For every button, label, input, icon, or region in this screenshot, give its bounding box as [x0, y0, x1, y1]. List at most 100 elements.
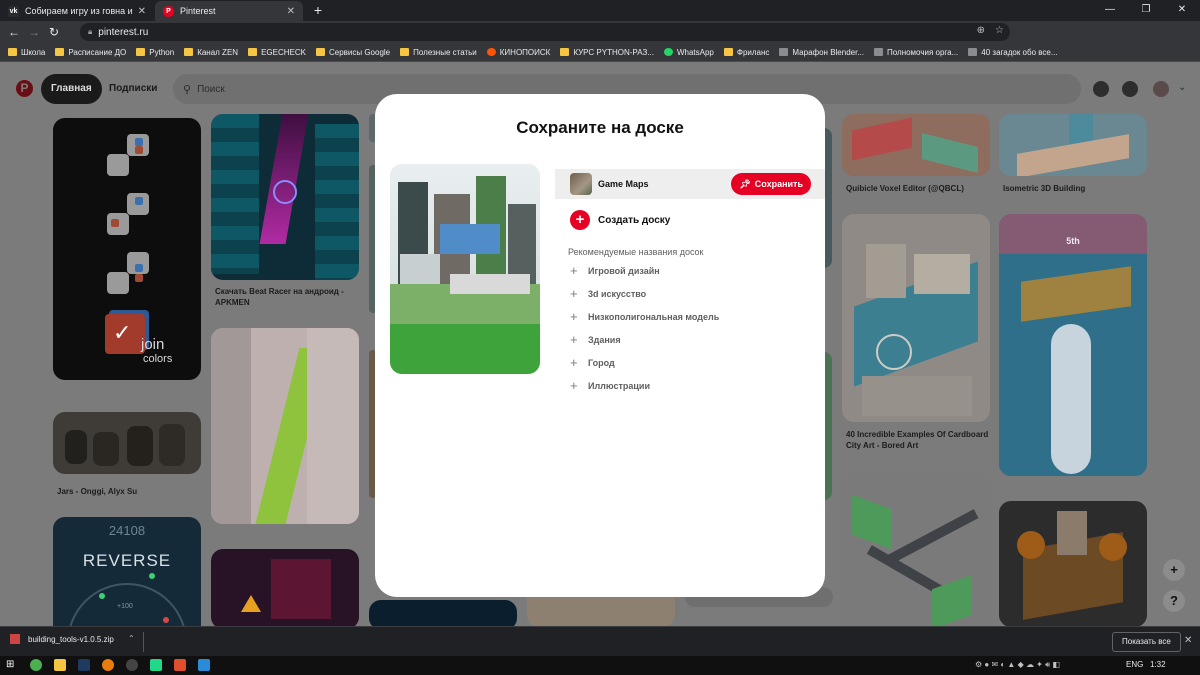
- save-to-board-modal: Сохраните на доске Game Maps 📌︎ Сохранит…: [375, 94, 825, 597]
- pin-qubicle[interactable]: [842, 114, 990, 176]
- folder-icon: [723, 48, 733, 56]
- search-placeholder: Поиск: [197, 83, 225, 95]
- pin-isometric[interactable]: [999, 114, 1147, 176]
- bookmark-item[interactable]: Расписание ДО: [55, 48, 126, 57]
- save-button[interactable]: 📌︎ Сохранить: [731, 173, 811, 195]
- close-download-bar-icon[interactable]: ✕: [1184, 635, 1192, 646]
- sublime-icon[interactable]: [174, 659, 186, 671]
- close-tab-icon[interactable]: ✕: [287, 6, 295, 17]
- tray-icons[interactable]: ⚙ ● ✉ ◐ ▲ ◆ ☁ ✦ 🔊︎ ◧: [975, 660, 1060, 670]
- pin-runner[interactable]: [211, 328, 359, 524]
- folder-icon: [8, 48, 17, 56]
- bookmark-item[interactable]: Python: [136, 48, 174, 57]
- plus-icon: +: [570, 355, 578, 370]
- install-icon[interactable]: ⊕: [977, 25, 985, 36]
- nav-following[interactable]: Подписки: [109, 74, 157, 104]
- chevron-up-icon[interactable]: ⌃: [128, 634, 135, 643]
- suggestion-item[interactable]: + Иллюстрации: [570, 378, 650, 393]
- pin-reverse[interactable]: 24108 REVERSE +100: [53, 517, 201, 626]
- bookmark-label: Полномочия орга...: [887, 47, 959, 57]
- close-window-icon[interactable]: ✕: [1164, 0, 1200, 21]
- pin-dark-blue[interactable]: [369, 600, 517, 626]
- bookmark-item[interactable]: Школа: [8, 48, 45, 57]
- download-filename: building_tools-v1.0.5.zip: [28, 634, 114, 644]
- bookmark-item[interactable]: EGECHECK: [248, 48, 306, 57]
- chevron-down-icon[interactable]: ⌄: [1178, 82, 1186, 93]
- pin-racing[interactable]: 5th: [999, 214, 1147, 476]
- bookmark-label: Фриланс: [736, 47, 770, 57]
- new-tab-button[interactable]: +: [309, 2, 327, 20]
- app-icon[interactable]: [198, 659, 210, 671]
- pin-partial[interactable]: [824, 352, 832, 500]
- bookmark-item[interactable]: Канал ZEN: [184, 48, 238, 57]
- create-board-button[interactable]: + Создать доску: [570, 210, 670, 230]
- suggestion-item[interactable]: +3d искусство: [570, 286, 646, 301]
- pin-jars[interactable]: [53, 412, 201, 474]
- avatar[interactable]: [1153, 81, 1169, 97]
- pin-beat-racer[interactable]: [211, 114, 359, 280]
- pin-icon: 📌︎: [739, 178, 751, 189]
- blender-icon[interactable]: [102, 659, 114, 671]
- bookmark-label: КИНОПОИСК: [499, 47, 551, 57]
- chrome-icon[interactable]: [30, 659, 42, 671]
- minimize-icon[interactable]: —: [1092, 0, 1128, 21]
- add-pin-button[interactable]: +: [1163, 559, 1185, 581]
- bookmark-item[interactable]: WhatsApp: [663, 48, 714, 57]
- plus-icon: +: [570, 210, 590, 230]
- bookmark-label: 40 загадок обо все...: [981, 47, 1058, 57]
- forward-icon[interactable]: →: [24, 25, 44, 39]
- page-icon: [968, 48, 978, 56]
- nav-home[interactable]: Главная: [41, 74, 102, 104]
- back-icon[interactable]: ←: [4, 25, 24, 39]
- unreal-icon[interactable]: [126, 659, 138, 671]
- board-option-game-maps[interactable]: Game Maps 📌︎ Сохранить: [555, 169, 825, 199]
- suggestion-item[interactable]: + Город: [570, 355, 615, 370]
- plus-icon: +: [570, 332, 578, 347]
- bookmark-item[interactable]: Полномочия орга...: [874, 48, 958, 57]
- pin-road-city[interactable]: [842, 472, 990, 626]
- explorer-icon[interactable]: [54, 659, 66, 671]
- pin-join-colors[interactable]: ✓ join colors: [53, 118, 201, 380]
- clock[interactable]: 1:32: [1150, 660, 1166, 669]
- language-indicator[interactable]: ENG: [1126, 660, 1143, 669]
- url-text: pinterest.ru: [98, 26, 149, 38]
- tab-vk[interactable]: vk Собираем игру из говна и палок ✕: [0, 1, 154, 21]
- star-icon[interactable]: ☆: [995, 25, 1004, 36]
- whatsapp-icon: [663, 48, 673, 56]
- pin-partial[interactable]: [824, 128, 832, 268]
- suggestion-item[interactable]: + Игровой дизайн: [570, 263, 660, 278]
- folder-icon: [55, 48, 65, 56]
- bookmark-item[interactable]: Фриланс: [723, 47, 770, 57]
- puzzle-shape: [107, 252, 149, 294]
- create-board-label: Создать доску: [598, 214, 671, 226]
- pin-rage-game[interactable]: [211, 549, 359, 626]
- bookmark-item[interactable]: КУРС PYTHON-РАЗ...: [560, 48, 654, 57]
- bookmark-item[interactable]: КИНОПОИСК: [486, 47, 551, 57]
- pin-house[interactable]: [999, 501, 1147, 626]
- reload-icon[interactable]: ↻: [44, 25, 64, 39]
- address-bar[interactable]: 🔒︎ pinterest.ru ⊕ ☆: [80, 23, 1010, 41]
- show-all-button[interactable]: Показать все: [1112, 632, 1181, 652]
- plus-icon: +: [570, 286, 578, 301]
- suggestion-item[interactable]: + Низкополигональная модель: [570, 309, 719, 324]
- bookmark-item[interactable]: Сервисы Google: [315, 48, 390, 57]
- bookmark-item[interactable]: Полезные статьи: [400, 48, 477, 57]
- photoshop-icon[interactable]: [78, 659, 90, 671]
- download-item[interactable]: building_tools-v1.0.5.zip: [10, 634, 114, 644]
- windows-start-icon[interactable]: ⊞: [6, 659, 18, 671]
- messages-icon[interactable]: [1122, 81, 1138, 97]
- tab-pinterest[interactable]: P Pinterest ✕: [155, 1, 303, 21]
- notifications-icon[interactable]: [1093, 81, 1109, 97]
- pinterest-logo-icon[interactable]: P: [16, 80, 33, 97]
- bookmark-item[interactable]: 40 загадок обо все...: [968, 47, 1058, 57]
- maximize-icon[interactable]: ❐: [1128, 0, 1164, 21]
- close-tab-icon[interactable]: ✕: [138, 6, 146, 17]
- pin-london[interactable]: [842, 214, 990, 422]
- help-button[interactable]: ?: [1163, 590, 1185, 612]
- folder-icon: [315, 48, 325, 56]
- browser-toolbar: ← → ↻ 🔒︎ pinterest.ru ⊕ ☆ ▣ ■ ◐ ▲ ◉ ✓ ✚ …: [0, 21, 1200, 56]
- suggestion-item[interactable]: + Здания: [570, 332, 621, 347]
- pycharm-icon[interactable]: [150, 659, 162, 671]
- bookmarks-bar: Школа Расписание ДО Python Канал ZEN EGECHEC…: [0, 43, 1200, 62]
- bookmark-item[interactable]: Марафон Blender...: [779, 48, 864, 57]
